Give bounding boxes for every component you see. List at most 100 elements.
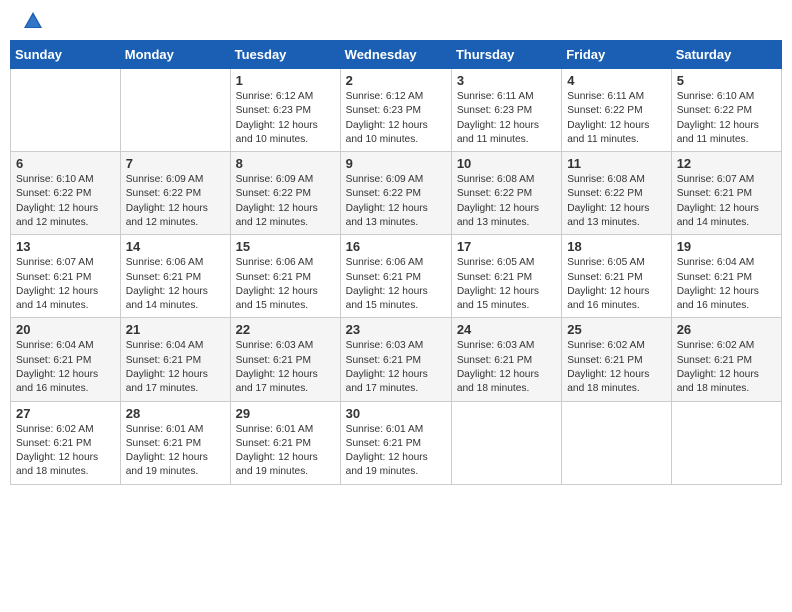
day-number: 15 <box>236 239 335 254</box>
calendar-cell: 12 Sunrise: 6:07 AM Sunset: 6:21 PM Dayli… <box>671 152 781 235</box>
calendar-cell: 3 Sunrise: 6:11 AM Sunset: 6:23 PM Daylig… <box>451 69 561 152</box>
day-number: 8 <box>236 156 335 171</box>
day-info: Sunrise: 6:12 AM Sunset: 6:23 PM Dayligh… <box>346 90 446 147</box>
day-number: 16 <box>346 239 446 254</box>
day-info: Sunrise: 6:04 AM Sunset: 6:21 PM Dayligh… <box>126 339 225 396</box>
day-number: 24 <box>457 322 556 337</box>
calendar-week-row: 20Sunrise: 6:04 AM Sunset: 6:21 PM Dayli… <box>11 318 782 401</box>
weekday-header-monday: Monday <box>120 41 230 69</box>
day-number: 26 <box>677 322 776 337</box>
day-info: Sunrise: 6:10 AM Sunset: 6:22 PM Dayligh… <box>677 90 776 147</box>
day-info: Sunrise: 6:05 AM Sunset: 6:21 PM Dayligh… <box>457 256 556 313</box>
calendar-cell: 20Sunrise: 6:04 AM Sunset: 6:21 PM Dayli… <box>11 318 121 401</box>
day-number: 13 <box>16 239 115 254</box>
day-info: Sunrise: 6:06 AM Sunset: 6:21 PM Dayligh… <box>346 256 446 313</box>
day-number: 3 <box>457 73 556 88</box>
day-info: Sunrise: 6:12 AM Sunset: 6:23 PM Dayligh… <box>236 90 335 147</box>
weekday-header-thursday: Thursday <box>451 41 561 69</box>
day-info: Sunrise: 6:01 AM Sunset: 6:21 PM Dayligh… <box>126 423 225 480</box>
weekday-header-saturday: Saturday <box>671 41 781 69</box>
day-number: 10 <box>457 156 556 171</box>
weekday-header-wednesday: Wednesday <box>340 41 451 69</box>
calendar-cell: 28 Sunrise: 6:01 AM Sunset: 6:21 PM Dayli… <box>120 401 230 484</box>
calendar-cell: 14Sunrise: 6:06 AM Sunset: 6:21 PM Dayli… <box>120 235 230 318</box>
calendar-cell: 24Sunrise: 6:03 AM Sunset: 6:21 PM Dayli… <box>451 318 561 401</box>
calendar-cell: 19 Sunrise: 6:04 AM Sunset: 6:21 PM Dayli… <box>671 235 781 318</box>
day-info: Sunrise: 6:09 AM Sunset: 6:22 PM Dayligh… <box>346 173 446 230</box>
day-number: 5 <box>677 73 776 88</box>
day-number: 12 <box>677 156 776 171</box>
calendar-cell: 1Sunrise: 6:12 AM Sunset: 6:23 PM Daylig… <box>230 69 340 152</box>
calendar-cell: 25Sunrise: 6:02 AM Sunset: 6:21 PM Dayli… <box>562 318 671 401</box>
calendar-cell: 5 Sunrise: 6:10 AM Sunset: 6:22 PM Daylig… <box>671 69 781 152</box>
day-number: 27 <box>16 406 115 421</box>
calendar-cell: 2 Sunrise: 6:12 AM Sunset: 6:23 PM Daylig… <box>340 69 451 152</box>
calendar-cell: 26 Sunrise: 6:02 AM Sunset: 6:21 PM Dayli… <box>671 318 781 401</box>
calendar-cell: 15 Sunrise: 6:06 AM Sunset: 6:21 PM Dayli… <box>230 235 340 318</box>
logo <box>18 10 44 32</box>
day-number: 21 <box>126 322 225 337</box>
calendar-cell: 11Sunrise: 6:08 AM Sunset: 6:22 PM Dayli… <box>562 152 671 235</box>
day-info: Sunrise: 6:10 AM Sunset: 6:22 PM Dayligh… <box>16 173 115 230</box>
calendar-table: SundayMondayTuesdayWednesdayThursdayFrid… <box>10 40 782 485</box>
day-info: Sunrise: 6:07 AM Sunset: 6:21 PM Dayligh… <box>16 256 115 313</box>
calendar-cell: 16 Sunrise: 6:06 AM Sunset: 6:21 PM Dayli… <box>340 235 451 318</box>
calendar-cell: 8 Sunrise: 6:09 AM Sunset: 6:22 PM Daylig… <box>230 152 340 235</box>
day-info: Sunrise: 6:03 AM Sunset: 6:21 PM Dayligh… <box>236 339 335 396</box>
weekday-header-tuesday: Tuesday <box>230 41 340 69</box>
calendar-cell <box>120 69 230 152</box>
calendar-cell: 21 Sunrise: 6:04 AM Sunset: 6:21 PM Dayli… <box>120 318 230 401</box>
day-number: 14 <box>126 239 225 254</box>
calendar-week-row: 27 Sunrise: 6:02 AM Sunset: 6:21 PM Dayli… <box>11 401 782 484</box>
day-number: 18 <box>567 239 665 254</box>
day-number: 29 <box>236 406 335 421</box>
day-info: Sunrise: 6:08 AM Sunset: 6:22 PM Dayligh… <box>457 173 556 230</box>
day-number: 6 <box>16 156 115 171</box>
calendar-cell: 9 Sunrise: 6:09 AM Sunset: 6:22 PM Daylig… <box>340 152 451 235</box>
calendar-cell: 7 Sunrise: 6:09 AM Sunset: 6:22 PM Daylig… <box>120 152 230 235</box>
calendar-cell: 22 Sunrise: 6:03 AM Sunset: 6:21 PM Dayli… <box>230 318 340 401</box>
calendar-cell: 30 Sunrise: 6:01 AM Sunset: 6:21 PM Dayli… <box>340 401 451 484</box>
day-info: Sunrise: 6:02 AM Sunset: 6:21 PM Dayligh… <box>677 339 776 396</box>
day-number: 17 <box>457 239 556 254</box>
day-number: 4 <box>567 73 665 88</box>
day-number: 28 <box>126 406 225 421</box>
calendar-week-row: 1Sunrise: 6:12 AM Sunset: 6:23 PM Daylig… <box>11 69 782 152</box>
day-info: Sunrise: 6:11 AM Sunset: 6:22 PM Dayligh… <box>567 90 665 147</box>
day-number: 22 <box>236 322 335 337</box>
calendar-cell: 17 Sunrise: 6:05 AM Sunset: 6:21 PM Dayli… <box>451 235 561 318</box>
day-info: Sunrise: 6:05 AM Sunset: 6:21 PM Dayligh… <box>567 256 665 313</box>
day-info: Sunrise: 6:11 AM Sunset: 6:23 PM Dayligh… <box>457 90 556 147</box>
calendar-cell: 29Sunrise: 6:01 AM Sunset: 6:21 PM Dayli… <box>230 401 340 484</box>
weekday-header-friday: Friday <box>562 41 671 69</box>
calendar-cell: 10 Sunrise: 6:08 AM Sunset: 6:22 PM Dayli… <box>451 152 561 235</box>
calendar-cell <box>11 69 121 152</box>
calendar-cell <box>671 401 781 484</box>
calendar-cell: 23 Sunrise: 6:03 AM Sunset: 6:21 PM Dayli… <box>340 318 451 401</box>
day-info: Sunrise: 6:02 AM Sunset: 6:21 PM Dayligh… <box>567 339 665 396</box>
calendar-cell: 27 Sunrise: 6:02 AM Sunset: 6:21 PM Dayli… <box>11 401 121 484</box>
calendar-cell <box>451 401 561 484</box>
calendar-week-row: 13 Sunrise: 6:07 AM Sunset: 6:21 PM Dayli… <box>11 235 782 318</box>
calendar-week-row: 6 Sunrise: 6:10 AM Sunset: 6:22 PM Daylig… <box>11 152 782 235</box>
page-header <box>10 10 782 32</box>
day-number: 9 <box>346 156 446 171</box>
day-info: Sunrise: 6:04 AM Sunset: 6:21 PM Dayligh… <box>16 339 115 396</box>
day-number: 23 <box>346 322 446 337</box>
day-info: Sunrise: 6:03 AM Sunset: 6:21 PM Dayligh… <box>346 339 446 396</box>
logo-icon <box>22 10 44 32</box>
day-info: Sunrise: 6:06 AM Sunset: 6:21 PM Dayligh… <box>236 256 335 313</box>
day-info: Sunrise: 6:09 AM Sunset: 6:22 PM Dayligh… <box>236 173 335 230</box>
day-info: Sunrise: 6:01 AM Sunset: 6:21 PM Dayligh… <box>346 423 446 480</box>
day-info: Sunrise: 6:02 AM Sunset: 6:21 PM Dayligh… <box>16 423 115 480</box>
calendar-cell <box>562 401 671 484</box>
day-info: Sunrise: 6:09 AM Sunset: 6:22 PM Dayligh… <box>126 173 225 230</box>
day-number: 7 <box>126 156 225 171</box>
day-number: 19 <box>677 239 776 254</box>
day-number: 11 <box>567 156 665 171</box>
calendar-cell: 13 Sunrise: 6:07 AM Sunset: 6:21 PM Dayli… <box>11 235 121 318</box>
day-number: 2 <box>346 73 446 88</box>
day-info: Sunrise: 6:07 AM Sunset: 6:21 PM Dayligh… <box>677 173 776 230</box>
day-number: 30 <box>346 406 446 421</box>
day-info: Sunrise: 6:04 AM Sunset: 6:21 PM Dayligh… <box>677 256 776 313</box>
